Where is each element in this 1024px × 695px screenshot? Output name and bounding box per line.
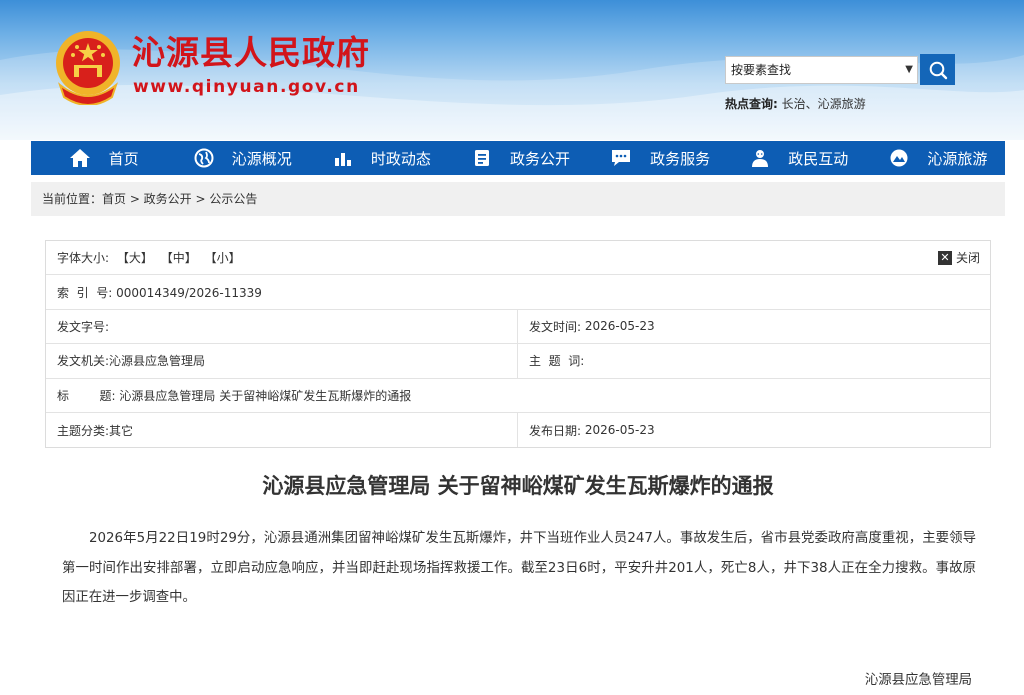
index-value: 000014349/2026-11339 <box>116 285 262 300</box>
title-value: 沁源县应急管理局 关于留神峪煤矿发生瓦斯爆炸的通报 <box>119 388 412 403</box>
nav-item-overview[interactable]: 沁源概况 <box>170 141 309 175</box>
article-title: 沁源县应急管理局 关于留神峪煤矿发生瓦斯爆炸的通报 <box>262 474 774 498</box>
search-type-select[interactable]: 按要素查找 ▼ <box>725 56 918 84</box>
chevron-down-icon: ▼ <box>905 64 913 75</box>
tourism-icon <box>890 149 908 167</box>
hot-search: 热点查询: 长治、沁源旅游 <box>725 95 866 112</box>
font-size-row: 字体大小: 【大】 【中】 【小】 ✕ 关闭 <box>46 241 990 276</box>
issue-time-cell: 发文时间: 2026-05-23 <box>517 309 988 344</box>
issue-time-label: 发文时间: <box>529 319 582 334</box>
bar-chart-icon <box>334 153 351 166</box>
people-icon <box>752 150 769 167</box>
publish-date-value: 2026-05-23 <box>584 423 655 438</box>
title-label: 标 题: <box>57 388 116 403</box>
hot-search-label: 热点查询: <box>725 97 778 111</box>
keywords-cell: 主 题 词: <box>517 344 988 378</box>
nav-item-label: 沁源概况 <box>231 149 292 168</box>
nav-item-news[interactable]: 时政动态 <box>309 141 448 175</box>
keywords-label: 主 题 词: <box>529 354 585 369</box>
search-icon <box>929 61 947 79</box>
doc-no-label: 发文字号: <box>57 319 110 334</box>
nav-item-label: 首页 <box>108 149 139 168</box>
issuer-cell: 发文机关: 沁源县应急管理局 <box>46 344 517 377</box>
doc-no-row: 发文字号: 发文时间: 2026-05-23 <box>46 309 990 345</box>
title-cell: 标 题: 沁源县应急管理局 关于留神峪煤矿发生瓦斯爆炸的通报 <box>46 387 411 404</box>
globe-icon <box>194 148 214 168</box>
breadcrumb[interactable]: 当前位置：首页 > 政务公开 > 公示公告 <box>31 182 1005 216</box>
nav-item-label: 政民互动 <box>788 149 849 168</box>
index-cell: 索 引 号: 000014349/2026-11339 <box>46 284 262 301</box>
nav-item-interaction[interactable]: 政民互动 <box>727 141 866 175</box>
close-icon: ✕ <box>937 250 952 265</box>
document-meta-table: 字体大小: 【大】 【中】 【小】 ✕ 关闭 索 引 号: 000014349/… <box>45 240 991 449</box>
nav-item-label: 政务服务 <box>650 149 711 168</box>
title-row: 标 题: 沁源县应急管理局 关于留神峪煤矿发生瓦斯爆炸的通报 <box>46 379 990 413</box>
nav-item-label: 沁源旅游 <box>927 149 988 168</box>
search-button[interactable] <box>920 54 955 85</box>
search-type-value: 按要素查找 <box>731 63 792 77</box>
close-label: 关闭 <box>955 251 980 266</box>
category-label: 主题分类: <box>57 423 110 438</box>
index-label: 索 引 号: <box>57 285 113 300</box>
doc-no-cell: 发文字号: <box>46 310 517 343</box>
category-row: 主题分类: 其它 发布日期: 2026-05-23 <box>46 412 990 448</box>
nav-item-services[interactable]: 政务服务 <box>588 141 727 175</box>
article-body: 2026年5月22日19时29分，沁源县通洲集团留神峪煤矿发生瓦斯爆炸，井下当班… <box>62 531 976 605</box>
issuer-row: 发文机关: 沁源县应急管理局 主 题 词: <box>46 344 990 379</box>
index-row: 索 引 号: 000014349/2026-11339 <box>46 275 990 310</box>
chat-icon <box>612 150 631 166</box>
nav-item-label: 政务公开 <box>509 149 570 168</box>
category-value: 其它 <box>109 423 134 438</box>
close-button[interactable]: ✕ 关闭 <box>937 249 980 266</box>
hot-search-links[interactable]: 长治、沁源旅游 <box>782 97 866 111</box>
main-nav: 首页 沁源概况 时政动态 政务公开 政务服务 政民互动 沁源旅游 <box>31 141 1005 175</box>
nav-item-home[interactable]: 首页 <box>31 141 170 175</box>
nav-item-public-affairs[interactable]: 政务公开 <box>448 141 587 175</box>
document-icon <box>474 150 489 166</box>
font-size-label: 字体大小: <box>57 251 110 266</box>
issuer-value: 沁源县应急管理局 <box>109 354 206 369</box>
article-signature: 沁源县应急管理局 <box>864 673 972 688</box>
nav-item-label: 时政动态 <box>370 149 431 168</box>
issuer-label: 发文机关: <box>57 354 110 369</box>
nav-item-tourism[interactable]: 沁源旅游 <box>866 141 1005 175</box>
font-size-controls: 字体大小: 【大】 【中】 【小】 <box>46 249 241 266</box>
site-header: 沁源县人民政府 www.qinyuan.gov.cn 按要素查找 ▼ 热点查询:… <box>0 0 1024 140</box>
issue-time-value: 2026-05-23 <box>584 319 655 334</box>
font-size-small-button[interactable]: 【小】 <box>205 251 241 265</box>
home-icon <box>69 149 90 167</box>
category-cell: 主题分类: 其它 <box>46 413 517 447</box>
font-size-large-button[interactable]: 【大】 <box>117 251 153 265</box>
site-title[interactable]: 沁源县人民政府 <box>132 36 370 69</box>
publish-date-label: 发布日期: <box>529 423 582 438</box>
national-emblem-icon[interactable] <box>52 27 124 105</box>
site-url[interactable]: www.qinyuan.gov.cn <box>133 79 360 96</box>
publish-date-cell: 发布日期: 2026-05-23 <box>517 412 988 448</box>
font-size-medium-button[interactable]: 【中】 <box>161 251 197 265</box>
